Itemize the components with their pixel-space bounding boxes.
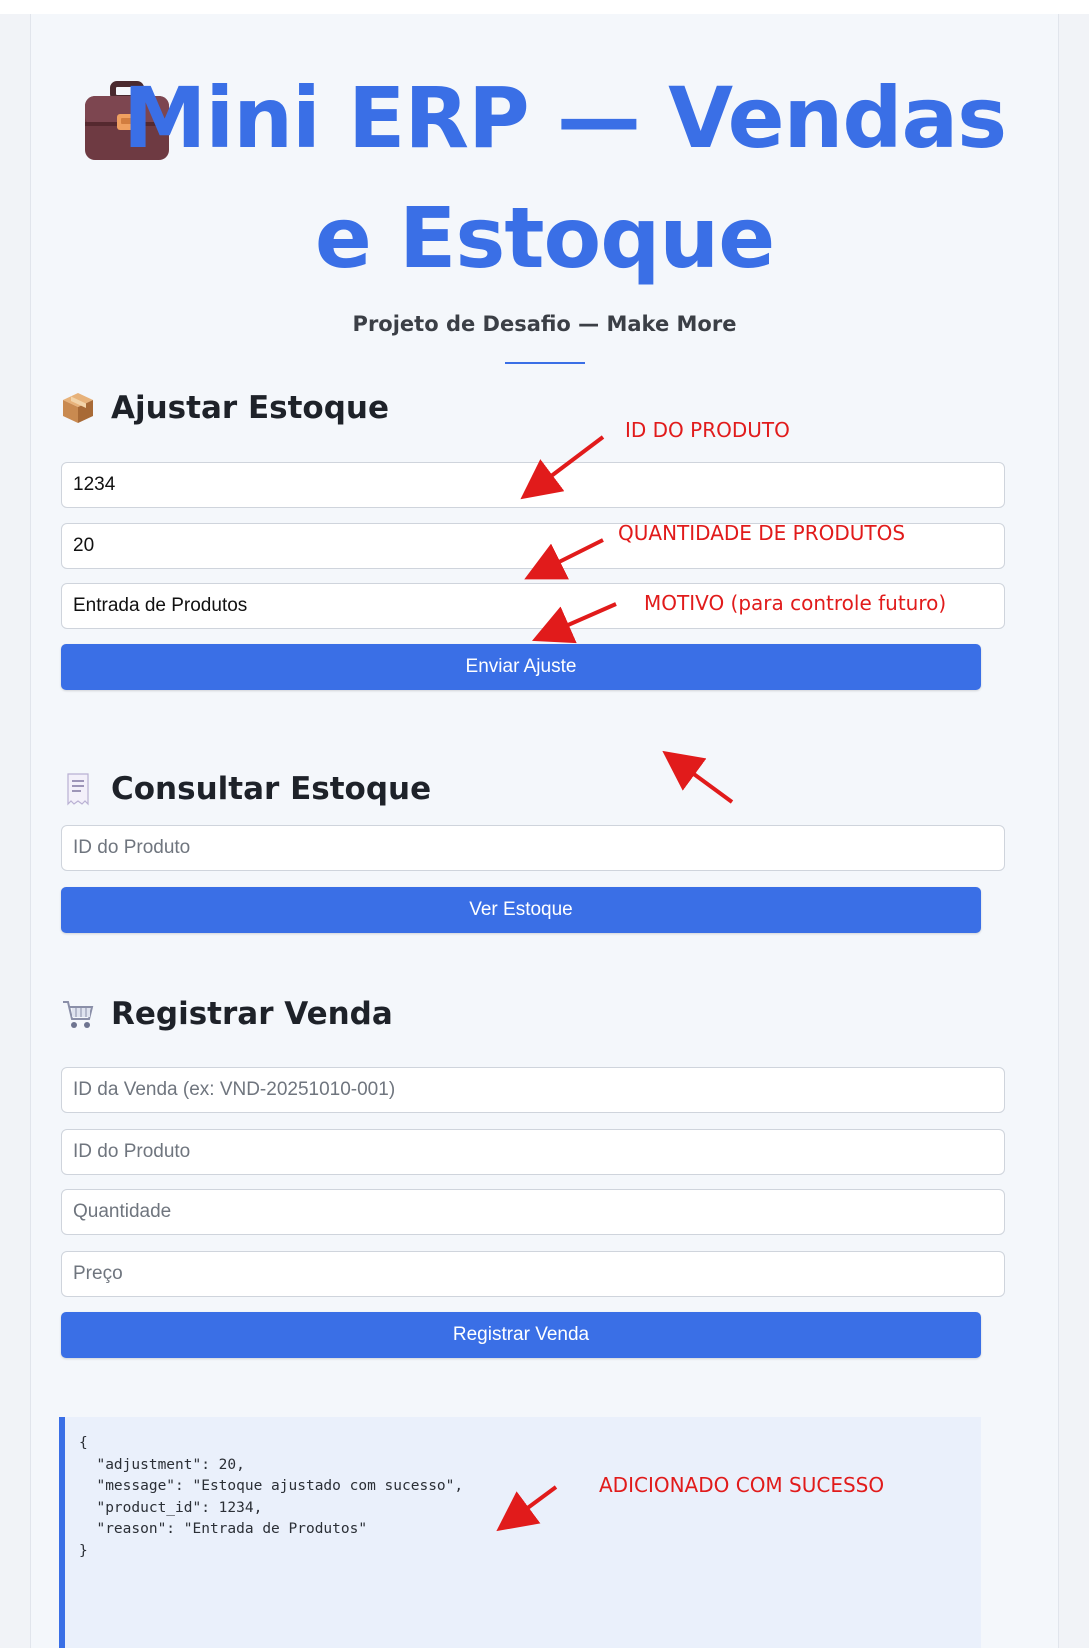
annotation-product-id: ID DO PRODUTO xyxy=(625,418,790,442)
app-viewport: Mini ERP — Vendas e Estoque Projeto de D… xyxy=(0,0,1089,1648)
main-container: Mini ERP — Vendas e Estoque Projeto de D… xyxy=(30,14,1059,1648)
annotation-reason: MOTIVO (para controle futuro) xyxy=(644,591,947,615)
page-subtitle: Projeto de Desafio — Make More xyxy=(352,312,737,336)
view-stock-button[interactable]: Ver Estoque xyxy=(61,887,981,933)
package-icon xyxy=(63,393,93,423)
sale-price-input[interactable] xyxy=(61,1251,1005,1297)
page-gutter-left xyxy=(0,14,30,1648)
page-title-line-1: Mini ERP — Vendas xyxy=(122,69,1007,167)
section-title-ajustar: Ajustar Estoque xyxy=(61,390,389,426)
sale-id-input[interactable] xyxy=(61,1067,1005,1113)
annotation-success: ADICIONADO COM SUCESSO xyxy=(599,1473,885,1497)
sale-quantity-input[interactable] xyxy=(61,1189,1005,1235)
section-title-venda-label: Registrar Venda xyxy=(111,996,393,1032)
register-sale-button[interactable]: Registrar Venda xyxy=(61,1312,981,1358)
header-divider xyxy=(505,362,585,364)
submit-adjust-button[interactable]: Enviar Ajuste xyxy=(61,644,981,690)
query-product-id-input[interactable] xyxy=(61,825,1005,871)
section-title-venda: Registrar Venda xyxy=(61,996,393,1032)
adjust-product-id-input[interactable] xyxy=(61,462,1005,508)
sale-product-id-input[interactable] xyxy=(61,1129,1005,1175)
result-output: { "adjustment": 20, "message": "Estoque … xyxy=(59,1417,981,1648)
section-title-consultar-label: Consultar Estoque xyxy=(111,771,432,807)
annotation-quantity: QUANTIDADE DE PRODUTOS xyxy=(618,521,906,545)
section-title-ajustar-label: Ajustar Estoque xyxy=(111,390,389,426)
section-title-consultar: Consultar Estoque xyxy=(61,771,431,807)
page-title-line-2: e Estoque xyxy=(314,189,775,287)
shopping-cart-icon xyxy=(63,1001,94,1028)
page-gutter-right xyxy=(1059,14,1089,1648)
receipt-icon xyxy=(67,773,89,806)
